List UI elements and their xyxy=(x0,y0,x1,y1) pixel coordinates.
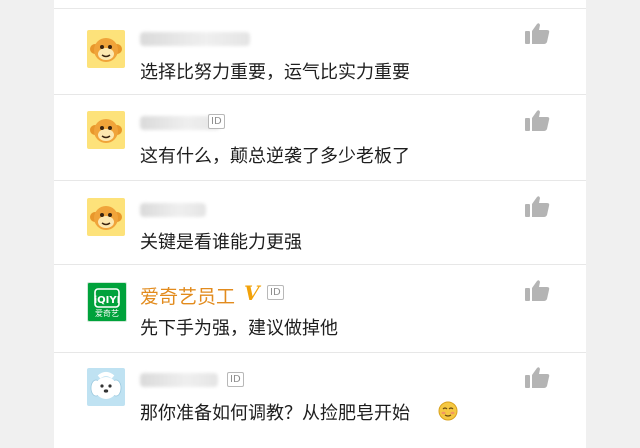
comment-text: 这有什么，颠总逆袭了多少老板了 xyxy=(140,146,410,167)
svg-text:iQIYI: iQIYI xyxy=(94,295,121,306)
monkey-avatar[interactable] xyxy=(87,111,125,149)
username[interactable]: 爱奇艺员工 xyxy=(140,282,235,309)
comment-item[interactable]: 关键是看谁能力更强 xyxy=(54,181,586,265)
id-badge: ID xyxy=(267,285,284,300)
thumbs-up-icon[interactable] xyxy=(524,22,550,46)
comment-text: 关键是看谁能力更强 xyxy=(140,232,302,253)
comment-text: 选择比努力重要，运气比实力重要 xyxy=(140,62,410,83)
iqiyi-avatar[interactable]: iQIYI 爱奇艺 xyxy=(87,282,127,322)
comment-list: 选择比努力重要，运气比实力重要 ID 这有什么，颠总逆袭了多少老板了 关键是看谁… xyxy=(54,0,586,448)
comment-item[interactable]: ID 那你准备如何调教？从捡肥皂开始 xyxy=(54,353,586,448)
monkey-avatar[interactable] xyxy=(87,198,125,236)
comment-item[interactable]: 选择比努力重要，运气比实力重要 xyxy=(54,9,586,95)
iqiyi-avatar-label: 爱奇艺 xyxy=(95,309,119,318)
thumbs-up-icon[interactable] xyxy=(524,366,550,390)
username-blurred xyxy=(140,203,206,217)
username-blurred xyxy=(140,373,218,387)
thumbs-up-icon[interactable] xyxy=(524,195,550,219)
thumbs-up-icon[interactable] xyxy=(524,279,550,303)
top-divider xyxy=(54,0,586,9)
monkey-avatar[interactable] xyxy=(87,30,125,68)
username-blurred xyxy=(140,32,250,46)
comment-item[interactable]: iQIYI 爱奇艺 爱奇艺员工 V ID 先下手为强，建议做掉他 xyxy=(54,265,586,353)
dog-avatar[interactable] xyxy=(87,368,125,406)
id-badge: ID xyxy=(227,372,244,387)
comment-text: 那你准备如何调教？从捡肥皂开始 xyxy=(140,403,410,424)
verified-badge: V xyxy=(244,281,260,305)
thumbs-up-icon[interactable] xyxy=(524,109,550,133)
shy-face-emoji xyxy=(438,401,458,421)
comment-item[interactable]: ID 这有什么，颠总逆袭了多少老板了 xyxy=(54,95,586,181)
id-badge: ID xyxy=(208,114,225,129)
comment-text: 先下手为强，建议做掉他 xyxy=(140,318,338,339)
